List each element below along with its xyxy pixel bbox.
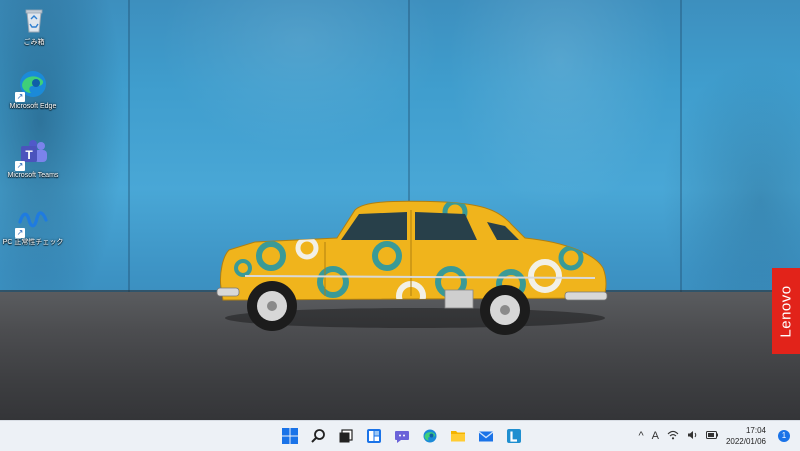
wall-seam xyxy=(680,0,682,300)
edge-icon xyxy=(423,429,437,443)
file-explorer-button[interactable] xyxy=(446,424,470,448)
mail-icon xyxy=(478,431,494,442)
desktop-icon-label: Microsoft Teams xyxy=(7,172,59,179)
desktop-icon-label: ごみ箱 xyxy=(23,39,45,46)
shortcut-arrow-icon: ↗ xyxy=(15,92,25,102)
desktop-icon-recycle-bin[interactable]: ごみ箱 xyxy=(2,4,66,47)
desktop-icon-pc-health-check[interactable]: ↗ PC 正常性チェック xyxy=(1,204,65,247)
widgets-icon xyxy=(367,429,381,443)
wallpaper-yellow-car xyxy=(216,200,608,335)
windows-start-icon xyxy=(282,428,298,444)
show-hidden-icons-chevron[interactable]: ^ xyxy=(638,430,643,442)
notification-badge[interactable]: 1 xyxy=(778,430,790,442)
clock-date: 2022/01/06 xyxy=(725,437,766,446)
lenovo-app-button[interactable] xyxy=(502,424,526,448)
ime-indicator[interactable]: A xyxy=(652,430,659,442)
mail-button[interactable] xyxy=(474,424,498,448)
wall-seam xyxy=(128,0,130,300)
lenovo-logo: Lenovo xyxy=(777,284,795,338)
desktop-icon-label: PC 正常性チェック xyxy=(2,239,64,246)
pc-health-check-icon: ↗ xyxy=(15,204,49,238)
taskbar: ^ A 17:04 2022/01/06 1 xyxy=(0,420,800,451)
battery-icon[interactable] xyxy=(705,430,718,442)
recycle-bin-icon xyxy=(18,4,50,36)
taskbar-apps xyxy=(278,424,526,448)
search-icon xyxy=(311,429,325,443)
wifi-icon[interactable] xyxy=(667,430,679,443)
clock[interactable]: 17:04 2022/01/06 xyxy=(726,425,766,447)
shortcut-arrow-icon: ↗ xyxy=(15,228,25,238)
desktop-icon-edge[interactable]: ↗ Microsoft Edge xyxy=(1,68,65,111)
folder-icon xyxy=(451,431,465,442)
edge-icon: ↗ xyxy=(15,68,49,102)
teams-chat-icon xyxy=(395,431,409,443)
desktop-icon-label: Microsoft Edge xyxy=(9,103,57,110)
clock-time: 17:04 xyxy=(745,426,766,435)
start-button[interactable] xyxy=(278,424,302,448)
shortcut-arrow-icon: ↗ xyxy=(15,161,25,171)
task-view-icon xyxy=(339,429,353,443)
system-tray: ^ A 17:04 2022/01/06 1 xyxy=(634,421,800,451)
chat-button[interactable] xyxy=(390,424,414,448)
desktop: ごみ箱 ↗ Microsoft Edge T ↗ Microsoft Teams xyxy=(0,0,800,420)
search-button[interactable] xyxy=(306,424,330,448)
svg-text:T: T xyxy=(25,148,33,162)
volume-icon[interactable] xyxy=(687,430,698,443)
edge-taskbar-button[interactable] xyxy=(418,424,442,448)
desktop-icon-teams[interactable]: T ↗ Microsoft Teams xyxy=(1,137,65,180)
lenovo-l-icon xyxy=(507,429,521,443)
task-view-button[interactable] xyxy=(334,424,358,448)
lenovo-brand-tab: Lenovo xyxy=(772,268,800,354)
widgets-button[interactable] xyxy=(362,424,386,448)
teams-icon: T ↗ xyxy=(15,137,49,171)
